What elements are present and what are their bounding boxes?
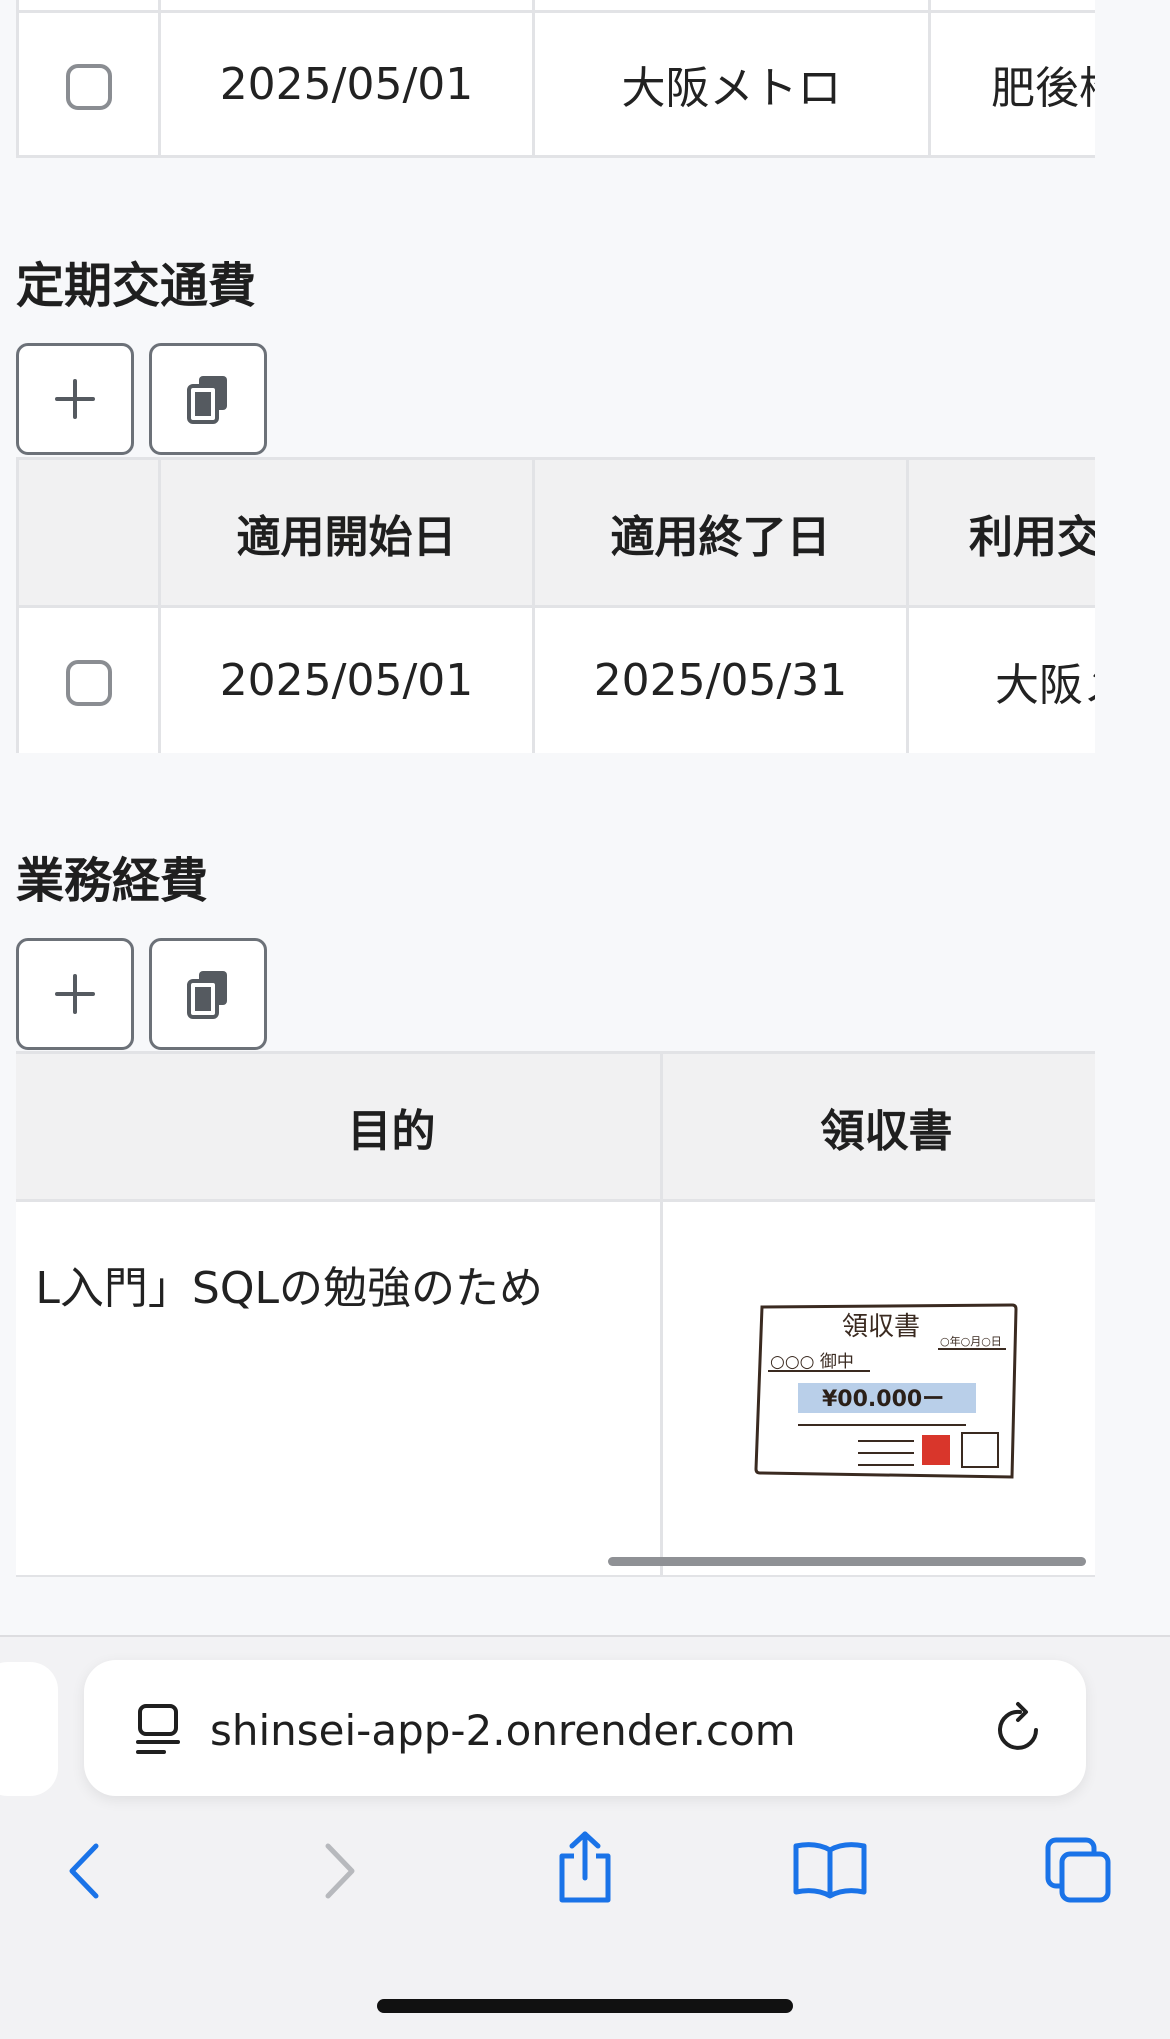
row-checkbox[interactable] xyxy=(65,63,112,110)
header-start-date: 適用開始日 xyxy=(158,457,535,608)
business-expense-table: 目的 領収書 「SQL入門」SQLの勉強のため 領収書 ○年○月○日 xyxy=(16,1051,1095,1577)
row-checkbox[interactable] xyxy=(65,660,112,706)
home-indicator xyxy=(377,1999,793,2013)
tabs-icon[interactable] xyxy=(1044,1836,1114,1906)
header-receipt: 領収書 xyxy=(660,1051,1095,1202)
reload-icon[interactable] xyxy=(994,1700,1046,1756)
purpose-cell: 「SQL入門」SQLの勉強のため xyxy=(16,1199,663,1577)
copy-icon xyxy=(187,376,227,424)
bookmarks-icon[interactable] xyxy=(792,1840,868,1900)
table-row xyxy=(16,0,1095,13)
commuter-pass-table: 適用開始日 適用終了日 利用交通機関 2025/05/01 2025/05/31… xyxy=(16,457,1095,753)
date-cell: 2025/05/01 xyxy=(158,10,535,158)
row-checkbox-cell[interactable] xyxy=(16,605,161,753)
transport-cell: 大阪メトロ xyxy=(906,605,1095,753)
url-text[interactable]: shinsei-app-2.onrender.com xyxy=(210,1706,796,1755)
receipt-amount: ¥00.000ー xyxy=(822,1387,944,1412)
purpose-text: 「SQL入門」SQLの勉強のため xyxy=(33,1263,543,1314)
reader-mode-icon[interactable] xyxy=(134,1702,182,1756)
route-cell: 大阪メトロ xyxy=(532,10,931,158)
table-row: 2025/05/01 2025/05/31 大阪メトロ xyxy=(16,605,1095,753)
table-header-row: 目的 領収書 xyxy=(16,1051,1095,1202)
end-date-cell: 2025/05/31 xyxy=(532,605,909,753)
header-select xyxy=(16,457,161,608)
table-header-row: 適用開始日 適用終了日 利用交通機関 xyxy=(16,457,1095,608)
copy-row-button[interactable] xyxy=(149,343,267,455)
copy-row-button[interactable] xyxy=(149,938,267,1050)
copy-icon xyxy=(187,971,227,1019)
horizontal-scrollbar[interactable] xyxy=(608,1557,1086,1566)
share-icon[interactable] xyxy=(554,1830,616,1906)
section-title-business-expense: 業務経費 xyxy=(16,853,209,909)
start-date-cell: 2025/05/01 xyxy=(158,605,535,753)
section-title-commuter-pass: 定期交通費 xyxy=(16,258,257,314)
forward-icon[interactable] xyxy=(318,1840,362,1902)
plus-icon xyxy=(55,379,95,419)
receipt-cell[interactable]: 領収書 ○年○月○日 ○○○ 御中 ¥00.000ー xyxy=(660,1199,1095,1577)
table-row: 2025/05/01 大阪メトロ 肥後橋 xyxy=(16,10,1095,158)
table-row: 「SQL入門」SQLの勉強のため 領収書 ○年○月○日 ○○○ 御中 ¥00.0… xyxy=(16,1199,1095,1577)
header-transport: 利用交通機関 xyxy=(906,457,1095,608)
add-row-button[interactable] xyxy=(16,343,134,455)
add-row-button[interactable] xyxy=(16,938,134,1050)
back-icon[interactable] xyxy=(62,1840,106,1902)
plus-icon xyxy=(55,974,95,1014)
receipt-title: 領収書 xyxy=(842,1312,920,1342)
station-cell: 肥後橋 xyxy=(928,10,1095,158)
previous-tab-pill[interactable] xyxy=(0,1662,58,1796)
header-purpose: 目的 xyxy=(16,1051,663,1202)
page-content: 2025/05/01 大阪メトロ 肥後橋 定期交通費 適用開始日 適用終了日 利… xyxy=(0,0,1170,1635)
commute-table: 2025/05/01 大阪メトロ 肥後橋 xyxy=(16,0,1095,158)
receipt-to: ○○○ 御中 xyxy=(770,1352,854,1372)
header-end-date: 適用終了日 xyxy=(532,457,909,608)
receipt-date: ○年○月○日 xyxy=(940,1334,1002,1348)
receipt-image[interactable]: 領収書 ○年○月○日 ○○○ 御中 ¥00.000ー xyxy=(753,1301,1020,1485)
row-checkbox-cell[interactable] xyxy=(16,10,161,158)
